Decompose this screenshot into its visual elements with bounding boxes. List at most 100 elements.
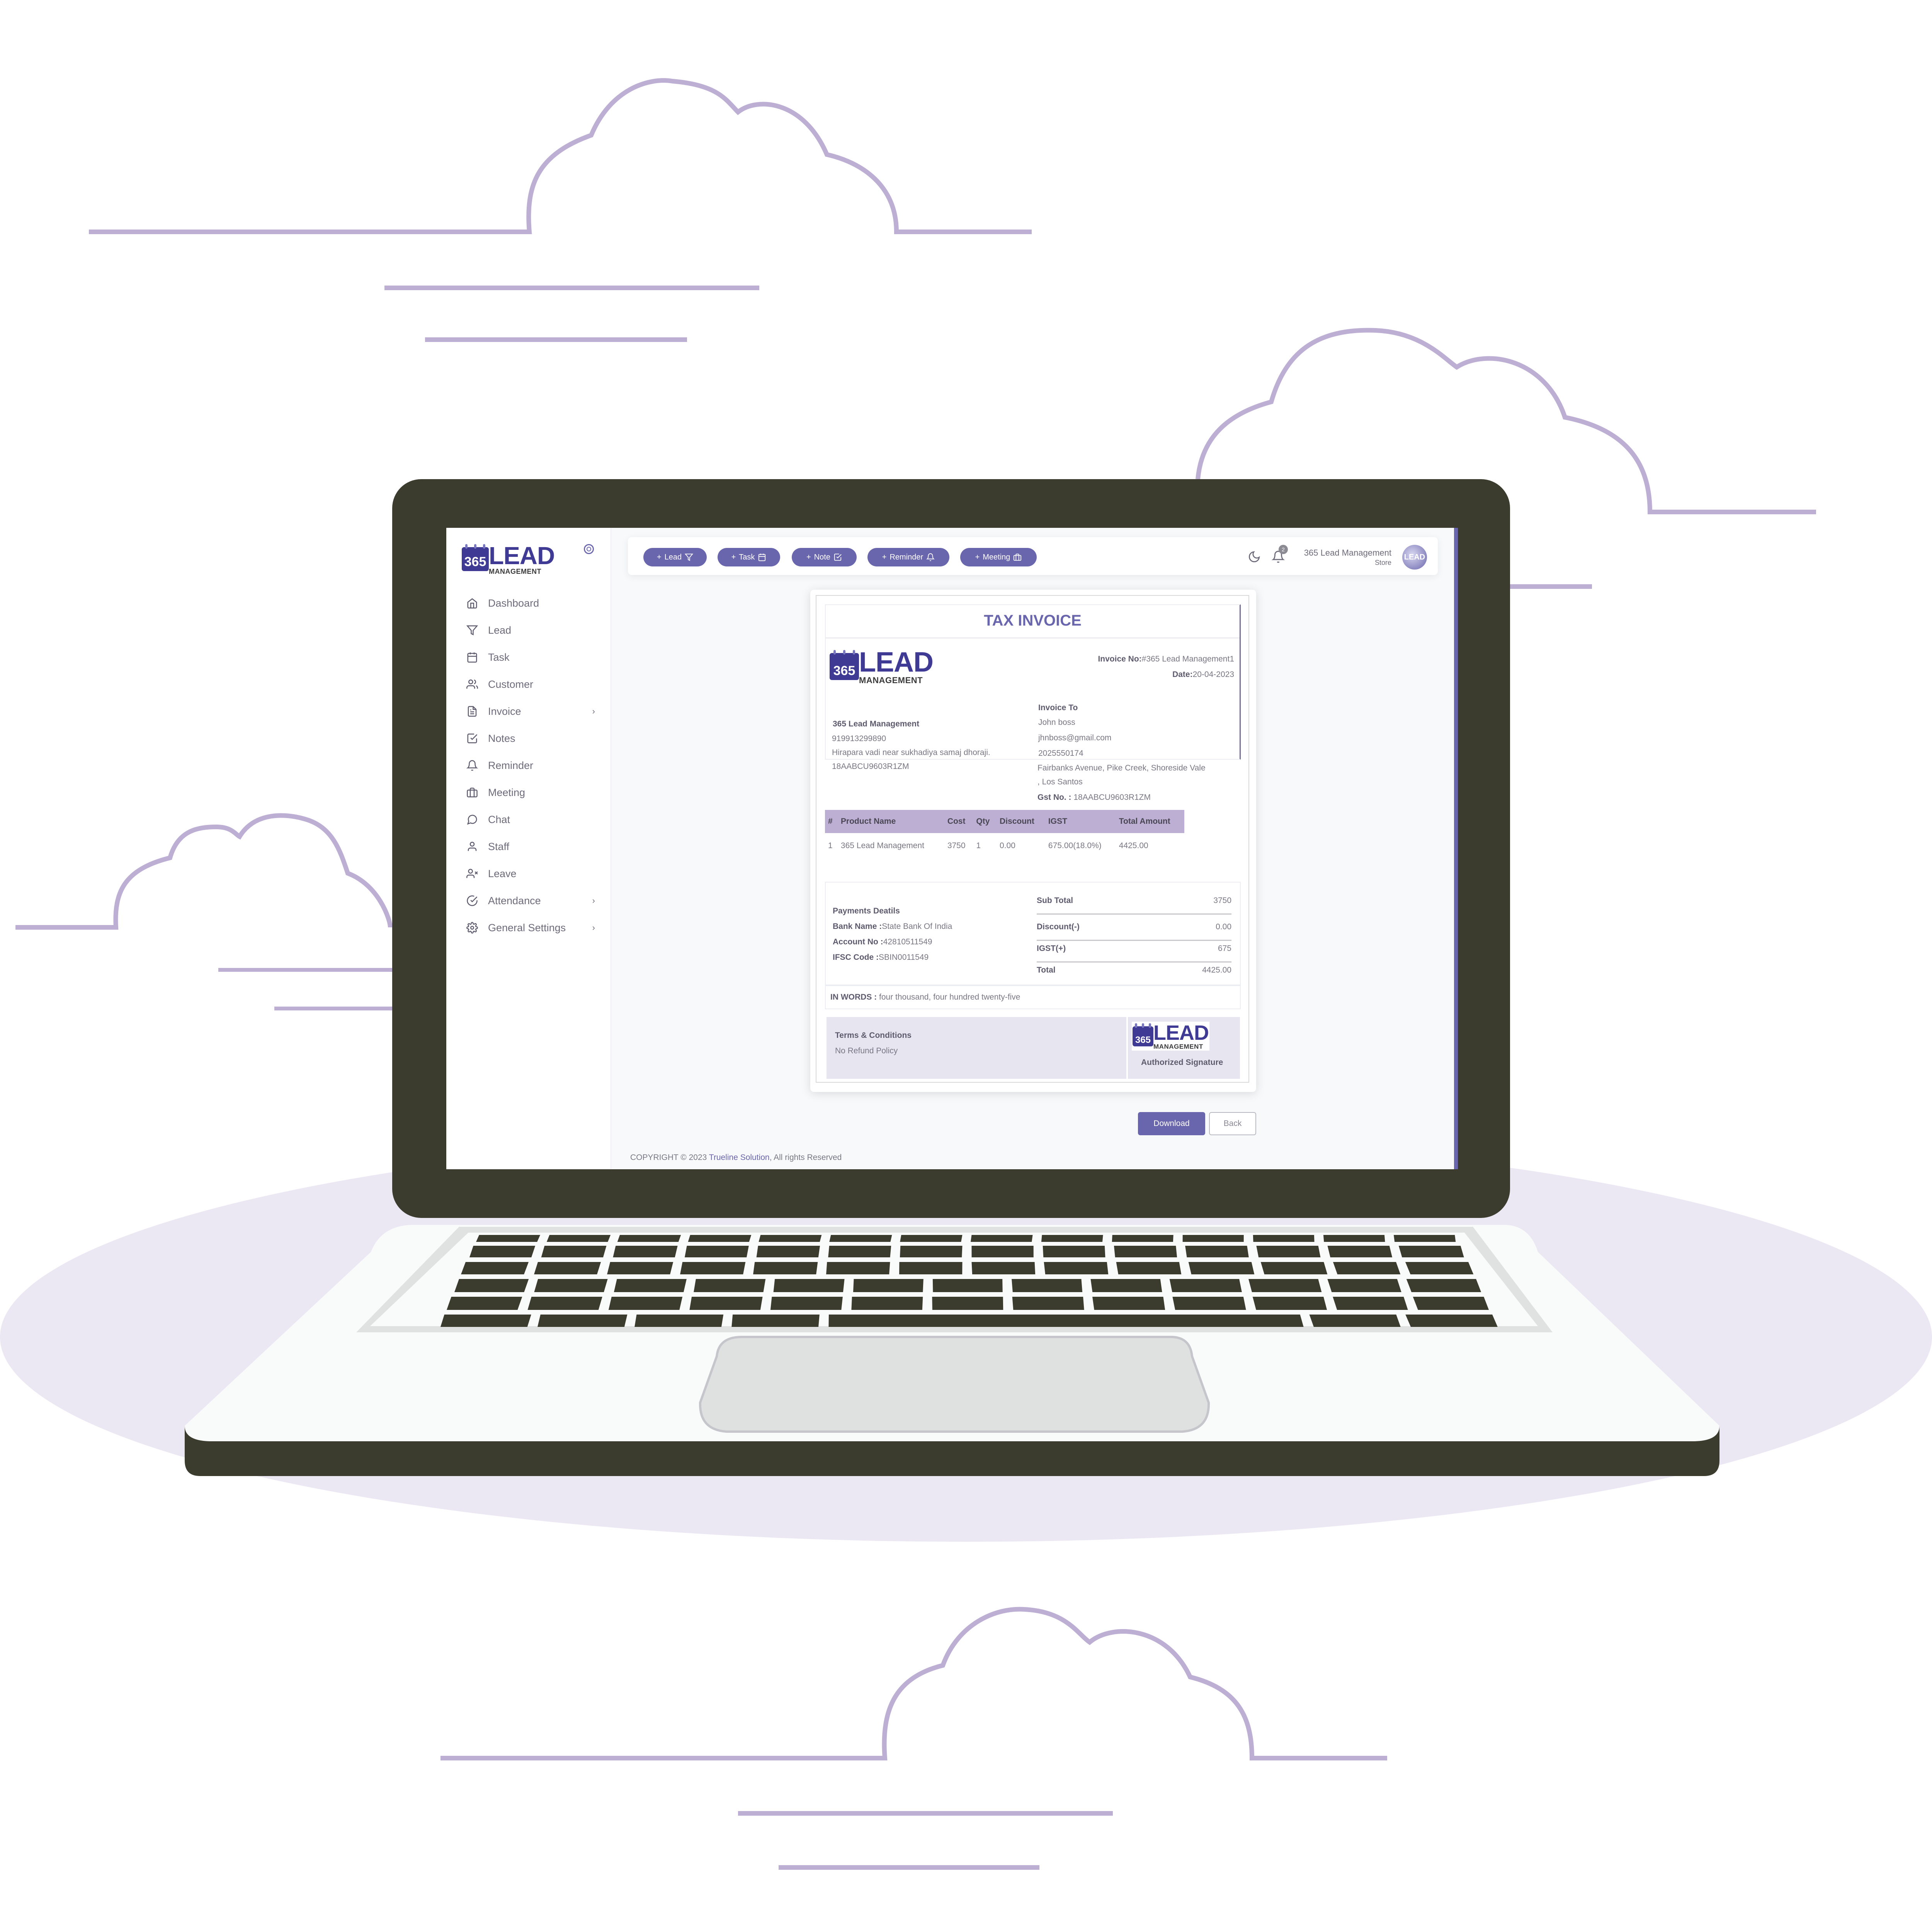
keyboard-key bbox=[1327, 1246, 1393, 1257]
buyer-email: jhnboss@gmail.com bbox=[1038, 733, 1112, 742]
back-button[interactable]: Back bbox=[1209, 1112, 1256, 1135]
cloud-bottom bbox=[440, 1607, 1387, 1760]
logo-sub: MANAGEMENT bbox=[489, 568, 541, 575]
sidebar-item-dashboard[interactable]: Dashboard bbox=[446, 590, 611, 617]
keyboard-key bbox=[1185, 1246, 1249, 1257]
sidebar-item-attendance[interactable]: Attendance › bbox=[446, 887, 611, 914]
sidebar: 365 LEAD MANAGEMENT Dashboard Lead Task bbox=[446, 528, 611, 1169]
signature-logo: 365 LEAD MANAGEMENT bbox=[1132, 1022, 1209, 1051]
moon-icon[interactable] bbox=[1248, 550, 1261, 563]
users-icon bbox=[466, 679, 478, 690]
invoice-summary: Payments Deatils Bank Name :State Bank O… bbox=[825, 882, 1241, 985]
check-square-icon bbox=[834, 553, 842, 561]
download-button[interactable]: Download bbox=[1138, 1112, 1205, 1135]
keyboard-key bbox=[759, 1235, 822, 1242]
home-icon bbox=[466, 597, 478, 609]
keyboard-key bbox=[684, 1246, 749, 1257]
keyboard-key bbox=[537, 1315, 628, 1327]
terms-text: No Refund Policy bbox=[835, 1046, 898, 1055]
keyboard-key bbox=[541, 1246, 607, 1257]
calendar-icon bbox=[466, 651, 478, 663]
keyboard-key bbox=[731, 1315, 820, 1327]
keyboard-key bbox=[1043, 1246, 1105, 1257]
bank-name: Bank Name :State Bank Of India bbox=[833, 922, 952, 931]
sidebar-item-staff[interactable]: Staff bbox=[446, 833, 611, 860]
keyboard-key bbox=[1044, 1262, 1109, 1274]
notification-badge: 2 bbox=[1279, 545, 1288, 554]
keyboard-key bbox=[617, 1235, 681, 1242]
keyboard-key bbox=[689, 1297, 763, 1310]
sidebar-item-notes[interactable]: Notes bbox=[446, 725, 611, 752]
keyboard-key bbox=[1405, 1315, 1498, 1327]
buyer-address-line2: , Los Santos bbox=[1037, 777, 1083, 786]
terms-section: Terms & Conditions No Refund Policy bbox=[827, 1017, 1126, 1079]
user-icon bbox=[466, 841, 478, 852]
keyboard-key bbox=[527, 1297, 602, 1310]
trackpad bbox=[699, 1336, 1210, 1433]
payment-details-heading: Payments Deatils bbox=[833, 906, 900, 915]
keyboard-key bbox=[1333, 1262, 1401, 1274]
keyboard-key bbox=[770, 1297, 843, 1310]
sidebar-item-invoice[interactable]: Invoice › bbox=[446, 698, 611, 725]
cloud-line bbox=[425, 337, 687, 342]
brand-logo[interactable]: 365 LEAD MANAGEMENT bbox=[462, 542, 555, 575]
keyboard-key bbox=[971, 1262, 1036, 1274]
keyboard-key bbox=[1012, 1279, 1083, 1292]
chevron-right-icon: › bbox=[592, 923, 595, 932]
seller-address: Hirapara vadi near sukhadiya samaj dhora… bbox=[832, 748, 990, 757]
top-navbar: + Lead + Task + Note + Reminder + Meeting 2 3… bbox=[628, 537, 1438, 575]
company-link[interactable]: Trueline Solution bbox=[709, 1153, 770, 1162]
keyboard-key bbox=[1112, 1235, 1173, 1242]
user-role: Store bbox=[1374, 559, 1391, 566]
sidebar-item-lead[interactable]: Lead bbox=[446, 617, 611, 644]
sidebar-item-general-settings[interactable]: General Settings › bbox=[446, 914, 611, 941]
invoice-number: Invoice No:#365 Lead Management1 bbox=[1098, 655, 1234, 663]
cloud-line bbox=[384, 286, 759, 290]
avatar[interactable]: LEAD bbox=[1402, 545, 1427, 570]
sidebar-item-chat[interactable]: Chat bbox=[446, 806, 611, 833]
keyboard-key bbox=[614, 1279, 687, 1292]
cloud-line bbox=[274, 1007, 402, 1010]
keyboard-key bbox=[828, 1315, 1263, 1327]
keyboard-key bbox=[1248, 1279, 1322, 1292]
cloud-line bbox=[218, 968, 400, 972]
funnel-icon bbox=[466, 624, 478, 636]
divider bbox=[1037, 913, 1231, 915]
sidebar-item-reminder[interactable]: Reminder bbox=[446, 752, 611, 779]
add-meeting-button[interactable]: + Meeting bbox=[960, 548, 1037, 566]
invoice-title: TAX INVOICE bbox=[984, 612, 1082, 629]
logo-calendar-icon: 365 bbox=[462, 544, 489, 571]
screen-edge-accent bbox=[1454, 528, 1458, 1169]
add-note-button[interactable]: + Note bbox=[792, 548, 857, 566]
sidebar-nav: Dashboard Lead Task Customer Invoice › N… bbox=[446, 590, 611, 941]
sidebar-item-meeting[interactable]: Meeting bbox=[446, 779, 611, 806]
buyer-gst: Gst No. : 18AABCU9603R1ZM bbox=[1037, 793, 1151, 802]
laptop-screen: 365 LEAD MANAGEMENT Dashboard Lead Task bbox=[446, 528, 1458, 1169]
add-reminder-button[interactable]: + Reminder bbox=[867, 548, 949, 566]
keyboard-key bbox=[851, 1297, 923, 1310]
keyboard-key bbox=[853, 1279, 923, 1292]
igst-row: IGST(+) 675 bbox=[1037, 944, 1231, 953]
table-header-row: # Product Name Cost Qty Discount IGST To… bbox=[825, 810, 1184, 833]
sidebar-item-task[interactable]: Task bbox=[446, 644, 611, 671]
sidebar-item-customer[interactable]: Customer bbox=[446, 671, 611, 698]
buyer-phone: 2025550174 bbox=[1038, 749, 1083, 758]
sidebar-item-leave[interactable]: Leave bbox=[446, 860, 611, 887]
invoice-header: TAX INVOICE 365 LEAD MANAGEMENT Invoice … bbox=[825, 604, 1241, 771]
keyboard-key bbox=[613, 1246, 678, 1257]
keyboard-key bbox=[1182, 1235, 1244, 1242]
settings-icon bbox=[466, 922, 478, 934]
invoice-document: TAX INVOICE 365 LEAD MANAGEMENT Invoice … bbox=[816, 595, 1249, 1083]
invoice-date: Date:20-04-2023 bbox=[1172, 670, 1234, 679]
keyboard-key bbox=[454, 1279, 529, 1292]
add-task-button[interactable]: + Task bbox=[718, 548, 780, 566]
table-row: 1 365 Lead Management 3750 1 0.00 675.00… bbox=[828, 841, 1148, 850]
total-row: Total 4425.00 bbox=[1037, 966, 1231, 975]
buyer-name: John boss bbox=[1038, 718, 1075, 727]
logo-word: LEAD bbox=[489, 542, 555, 570]
sidebar-collapse-toggle[interactable] bbox=[584, 544, 594, 554]
add-lead-button[interactable]: + Lead bbox=[643, 548, 707, 566]
invoice-items-table: # Product Name Cost Qty Discount IGST To… bbox=[825, 810, 1184, 859]
buyer-address-line1: Fairbanks Avenue, Pike Creek, Shoreside … bbox=[1037, 764, 1206, 772]
keyboard-key bbox=[1252, 1297, 1327, 1310]
